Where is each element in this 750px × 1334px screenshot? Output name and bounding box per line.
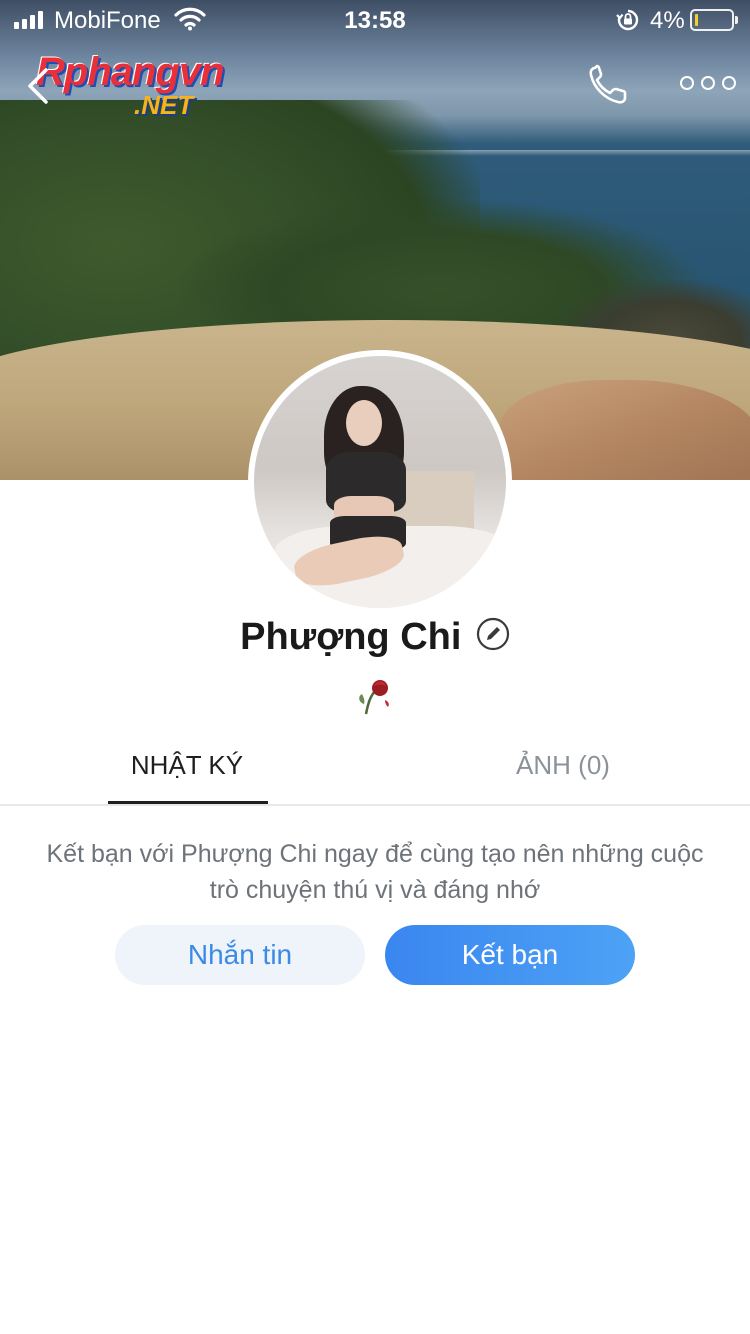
tab-photos[interactable]: ẢNH (0) <box>433 750 693 781</box>
invite-text-line2: trò chuyện thú vị và đáng nhớ <box>209 876 541 904</box>
active-tab-indicator <box>108 801 268 804</box>
status-bar: MobiFone 13:58 4% <box>0 0 750 40</box>
battery-icon <box>690 9 738 31</box>
avatar[interactable] <box>248 350 512 614</box>
tab-diary[interactable]: NHẬT KÝ <box>57 750 317 781</box>
orientation-lock-icon <box>616 9 639 31</box>
profile-name: Phượng Chi <box>240 616 462 658</box>
phone-icon[interactable] <box>585 62 631 108</box>
friend-invite-text: Kết bạn với Phượng Chi ngay để cùng tạo … <box>20 836 730 908</box>
watermark-line1: Rphangvn <box>36 50 225 94</box>
watermark-line2: .NET <box>134 90 194 120</box>
message-button[interactable]: Nhắn tin <box>115 925 365 985</box>
cover-rock <box>500 380 750 480</box>
profile-name-row: Phượng Chi <box>0 616 750 659</box>
watermark-logo: Rphangvn .NET <box>36 50 276 120</box>
edit-pencil-icon[interactable] <box>476 617 510 651</box>
avatar-photo <box>254 356 506 608</box>
invite-text-line1: Kết bạn với Phượng Chi ngay để cùng tạo … <box>46 840 704 868</box>
back-chevron-icon[interactable] <box>20 64 60 108</box>
wilted-rose-icon <box>359 680 389 715</box>
add-friend-button[interactable]: Kết bạn <box>385 925 635 985</box>
profile-tabs: NHẬT KÝ ẢNH (0) <box>0 730 750 806</box>
battery-percent: 4% <box>650 7 685 34</box>
more-options-icon[interactable] <box>680 70 736 96</box>
